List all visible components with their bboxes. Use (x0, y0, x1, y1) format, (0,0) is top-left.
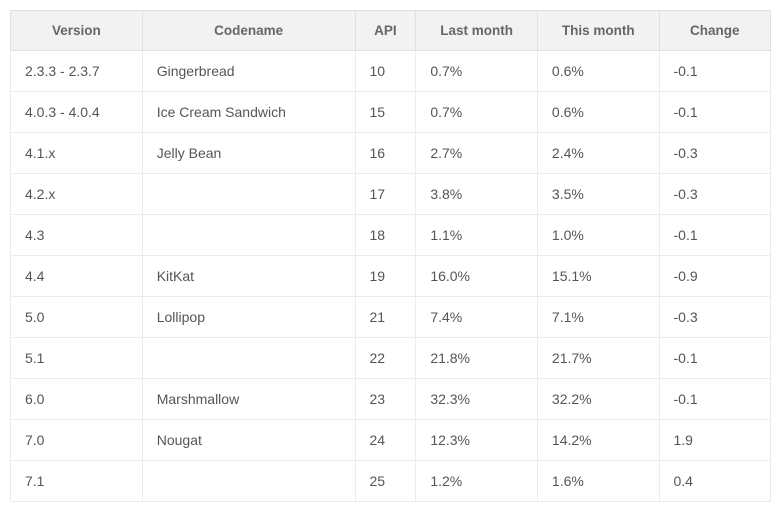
cell-last-month: 7.4% (416, 297, 538, 338)
table-row: 4.4 KitKat 19 16.0% 15.1% -0.9 (11, 256, 771, 297)
cell-codename (142, 215, 355, 256)
cell-codename: Nougat (142, 420, 355, 461)
cell-codename: Lollipop (142, 297, 355, 338)
cell-this-month: 2.4% (537, 133, 659, 174)
cell-this-month: 14.2% (537, 420, 659, 461)
cell-version: 5.1 (11, 338, 143, 379)
table-row: 4.2.x 17 3.8% 3.5% -0.3 (11, 174, 771, 215)
cell-this-month: 3.5% (537, 174, 659, 215)
table-row: 6.0 Marshmallow 23 32.3% 32.2% -0.1 (11, 379, 771, 420)
cell-this-month: 0.6% (537, 51, 659, 92)
cell-change: 0.4 (659, 461, 771, 502)
table-row: 5.0 Lollipop 21 7.4% 7.1% -0.3 (11, 297, 771, 338)
cell-this-month: 32.2% (537, 379, 659, 420)
header-change: Change (659, 11, 771, 51)
cell-change: -0.3 (659, 297, 771, 338)
table-row: 7.1 25 1.2% 1.6% 0.4 (11, 461, 771, 502)
cell-last-month: 1.2% (416, 461, 538, 502)
cell-codename: Marshmallow (142, 379, 355, 420)
cell-change: -0.1 (659, 215, 771, 256)
cell-api: 22 (355, 338, 416, 379)
cell-version: 4.4 (11, 256, 143, 297)
table-row: 7.0 Nougat 24 12.3% 14.2% 1.9 (11, 420, 771, 461)
cell-last-month: 3.8% (416, 174, 538, 215)
cell-codename: Gingerbread (142, 51, 355, 92)
table-row: 4.1.x Jelly Bean 16 2.7% 2.4% -0.3 (11, 133, 771, 174)
cell-last-month: 32.3% (416, 379, 538, 420)
cell-api: 19 (355, 256, 416, 297)
cell-last-month: 0.7% (416, 92, 538, 133)
header-api: API (355, 11, 416, 51)
cell-version: 2.3.3 - 2.3.7 (11, 51, 143, 92)
cell-api: 18 (355, 215, 416, 256)
cell-change: -0.1 (659, 379, 771, 420)
cell-last-month: 16.0% (416, 256, 538, 297)
cell-api: 15 (355, 92, 416, 133)
cell-codename (142, 461, 355, 502)
cell-change: -0.9 (659, 256, 771, 297)
table-row: 5.1 22 21.8% 21.7% -0.1 (11, 338, 771, 379)
cell-last-month: 1.1% (416, 215, 538, 256)
header-codename: Codename (142, 11, 355, 51)
cell-change: 1.9 (659, 420, 771, 461)
cell-change: -0.1 (659, 92, 771, 133)
cell-api: 17 (355, 174, 416, 215)
cell-change: -0.3 (659, 133, 771, 174)
cell-version: 4.0.3 - 4.0.4 (11, 92, 143, 133)
table-row: 2.3.3 - 2.3.7 Gingerbread 10 0.7% 0.6% -… (11, 51, 771, 92)
cell-version: 4.3 (11, 215, 143, 256)
cell-api: 25 (355, 461, 416, 502)
header-row: Version Codename API Last month This mon… (11, 11, 771, 51)
table-body: 2.3.3 - 2.3.7 Gingerbread 10 0.7% 0.6% -… (11, 51, 771, 502)
cell-version: 4.1.x (11, 133, 143, 174)
table-row: 4.0.3 - 4.0.4 Ice Cream Sandwich 15 0.7%… (11, 92, 771, 133)
cell-version: 5.0 (11, 297, 143, 338)
android-versions-table: Version Codename API Last month This mon… (10, 10, 771, 502)
cell-api: 10 (355, 51, 416, 92)
cell-change: -0.1 (659, 338, 771, 379)
cell-codename: Ice Cream Sandwich (142, 92, 355, 133)
table-row: 4.3 18 1.1% 1.0% -0.1 (11, 215, 771, 256)
cell-version: 7.0 (11, 420, 143, 461)
cell-version: 7.1 (11, 461, 143, 502)
cell-api: 21 (355, 297, 416, 338)
cell-api: 16 (355, 133, 416, 174)
cell-last-month: 2.7% (416, 133, 538, 174)
cell-codename (142, 338, 355, 379)
cell-api: 23 (355, 379, 416, 420)
cell-api: 24 (355, 420, 416, 461)
cell-last-month: 0.7% (416, 51, 538, 92)
cell-this-month: 21.7% (537, 338, 659, 379)
cell-version: 6.0 (11, 379, 143, 420)
cell-codename (142, 174, 355, 215)
cell-codename: Jelly Bean (142, 133, 355, 174)
header-this-month: This month (537, 11, 659, 51)
cell-version: 4.2.x (11, 174, 143, 215)
cell-this-month: 1.6% (537, 461, 659, 502)
cell-this-month: 7.1% (537, 297, 659, 338)
cell-last-month: 21.8% (416, 338, 538, 379)
cell-this-month: 1.0% (537, 215, 659, 256)
cell-this-month: 15.1% (537, 256, 659, 297)
cell-change: -0.3 (659, 174, 771, 215)
cell-last-month: 12.3% (416, 420, 538, 461)
header-version: Version (11, 11, 143, 51)
cell-codename: KitKat (142, 256, 355, 297)
cell-this-month: 0.6% (537, 92, 659, 133)
header-last-month: Last month (416, 11, 538, 51)
cell-change: -0.1 (659, 51, 771, 92)
